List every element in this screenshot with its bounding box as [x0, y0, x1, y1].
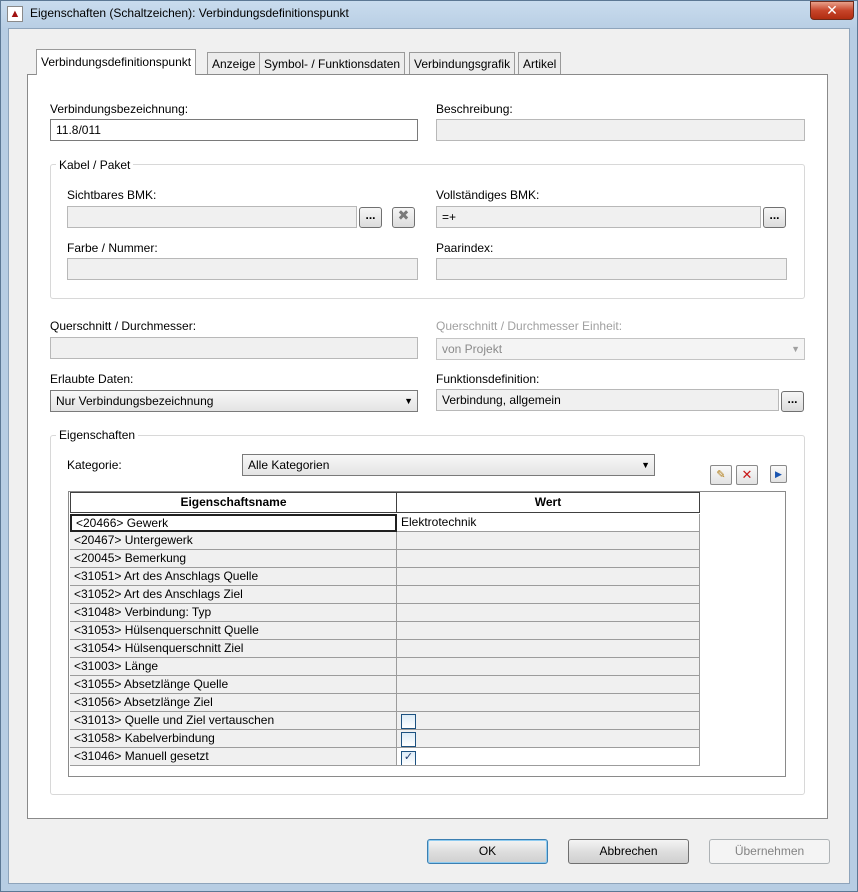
property-name-cell[interactable]: <31046> Manuell gesetzt — [70, 748, 397, 766]
chevron-down-icon: ▼ — [404, 396, 413, 406]
property-name-cell[interactable]: <31048> Verbindung: Typ — [70, 604, 397, 622]
paarindex-label: Paarindex: — [436, 241, 494, 255]
property-value-cell[interactable] — [397, 712, 700, 730]
kategorie-select[interactable]: Alle Kategorien ▼ — [242, 454, 655, 476]
querschnitt-input[interactable] — [50, 337, 418, 359]
play-arrow-icon[interactable]: ▶ — [770, 465, 787, 483]
property-value-cell[interactable] — [397, 640, 700, 658]
vollstaendiges-bmk-browse-button[interactable]: ... — [763, 207, 786, 228]
querschnitt-einheit-select[interactable]: von Projekt ▼ — [436, 338, 805, 360]
tab-artikel[interactable]: Artikel — [518, 52, 562, 74]
column-header-value[interactable]: Wert — [396, 492, 700, 513]
vollstaendiges-bmk-label: Vollständiges BMK: — [436, 188, 540, 202]
checkbox-unchecked[interactable] — [401, 714, 416, 729]
property-name-cell[interactable]: <31052> Art des Anschlags Ziel — [70, 586, 397, 604]
beschreibung-label: Beschreibung: — [436, 102, 513, 116]
property-value-cell[interactable] — [397, 568, 700, 586]
chevron-down-icon: ▼ — [641, 460, 650, 470]
checkbox-checked[interactable]: ✓ — [401, 751, 416, 765]
tab-anzeige[interactable]: Anzeige — [207, 52, 261, 74]
ok-button[interactable]: OK — [427, 839, 548, 864]
sichtbares-bmk-clear-icon[interactable]: ✖ — [392, 207, 415, 228]
property-name-cell[interactable]: <31003> Länge — [70, 658, 397, 676]
property-name-cell[interactable]: <31053> Hülsenquerschnitt Quelle — [70, 622, 397, 640]
chevron-down-icon: ▼ — [791, 344, 800, 354]
tab-symbol-funktionsdaten[interactable]: Symbol- / Funktionsdaten — [259, 52, 406, 74]
property-value-cell[interactable] — [397, 730, 700, 748]
new-property-icon[interactable]: ✎ — [710, 465, 732, 485]
erlaubte-daten-value: Nur Verbindungsbezeichnung — [56, 394, 214, 408]
verbindungsbezeichnung-label: Verbindungsbezeichnung: — [50, 102, 189, 116]
erlaubte-daten-select[interactable]: Nur Verbindungsbezeichnung ▼ — [50, 390, 418, 412]
vollstaendiges-bmk-input[interactable]: =+ — [436, 206, 761, 228]
funktionsdefinition-label: Funktionsdefinition: — [436, 372, 540, 386]
property-name-cell[interactable]: <20467> Untergewerk — [70, 532, 397, 550]
property-name-cell[interactable]: <31056> Absetzlänge Ziel — [70, 694, 397, 712]
close-button[interactable]: ✕ — [810, 1, 854, 20]
property-name-cell[interactable]: <31058> Kabelverbindung — [70, 730, 397, 748]
funktionsdefinition-input[interactable]: Verbindung, allgemein — [436, 389, 779, 411]
farbe-nummer-input[interactable] — [67, 258, 418, 280]
checkbox-unchecked[interactable] — [401, 732, 416, 747]
delete-property-icon[interactable]: ✕ — [736, 465, 758, 485]
querschnitt-label: Querschnitt / Durchmesser: — [50, 319, 197, 333]
app-icon: ▲ — [7, 6, 23, 22]
property-name-cell[interactable]: <31055> Absetzlänge Quelle — [70, 676, 397, 694]
property-name-cell[interactable]: <20045> Bemerkung — [70, 550, 397, 568]
property-value-cell[interactable] — [397, 604, 700, 622]
property-value-cell[interactable] — [397, 532, 700, 550]
property-value-cell[interactable] — [397, 550, 700, 568]
column-header-name[interactable]: Eigenschaftsname — [70, 492, 397, 513]
sichtbares-bmk-label: Sichtbares BMK: — [67, 188, 157, 202]
kategorie-label: Kategorie: — [67, 458, 122, 472]
erlaubte-daten-label: Erlaubte Daten: — [50, 372, 134, 386]
querschnitt-einheit-label: Querschnitt / Durchmesser Einheit: — [436, 319, 623, 333]
properties-grid: Eigenschaftsname Wert <20466> Gewerk Elek… — [68, 491, 786, 777]
property-value-cell[interactable] — [397, 658, 700, 676]
property-value-cell[interactable] — [397, 622, 700, 640]
property-value-cell[interactable] — [397, 676, 700, 694]
tab-verbindungsdefinitionspunkt[interactable]: Verbindungsdefinitionspunkt — [36, 49, 197, 75]
verbindungsbezeichnung-input[interactable]: 11.8/011 — [50, 119, 418, 141]
beschreibung-input[interactable] — [436, 119, 805, 141]
property-name-cell[interactable]: <20466> Gewerk — [70, 514, 397, 532]
paarindex-input[interactable] — [436, 258, 787, 280]
property-value-cell[interactable]: Elektrotechnik — [397, 514, 700, 532]
sichtbares-bmk-browse-button[interactable]: ... — [359, 207, 382, 228]
sichtbares-bmk-input[interactable] — [67, 206, 357, 228]
property-name-cell[interactable]: <31013> Quelle und Ziel vertauschen — [70, 712, 397, 730]
property-name-cell[interactable]: <31054> Hülsenquerschnitt Ziel — [70, 640, 397, 658]
kategorie-value: Alle Kategorien — [248, 458, 330, 472]
tab-verbindungsgrafik[interactable]: Verbindungsgrafik — [409, 52, 516, 74]
apply-button[interactable]: Übernehmen — [709, 839, 830, 864]
property-value-cell[interactable] — [397, 586, 700, 604]
property-name-cell[interactable]: <31051> Art des Anschlags Quelle — [70, 568, 397, 586]
farbe-nummer-label: Farbe / Nummer: — [67, 241, 158, 255]
eigenschaften-group-title: Eigenschaften — [56, 428, 139, 442]
querschnitt-einheit-value: von Projekt — [442, 342, 503, 356]
cancel-button[interactable]: Abbrechen — [568, 839, 689, 864]
title-bar[interactable]: ▲ Eigenschaften (Schaltzeichen): Verbind… — [0, 0, 858, 28]
property-value-cell[interactable] — [397, 694, 700, 712]
kabel-paket-group-title: Kabel / Paket — [56, 158, 134, 172]
funktionsdefinition-browse-button[interactable]: ... — [781, 391, 804, 412]
window-title: Eigenschaften (Schaltzeichen): Verbindun… — [30, 6, 349, 20]
property-value-cell[interactable]: ✓ — [397, 748, 700, 766]
